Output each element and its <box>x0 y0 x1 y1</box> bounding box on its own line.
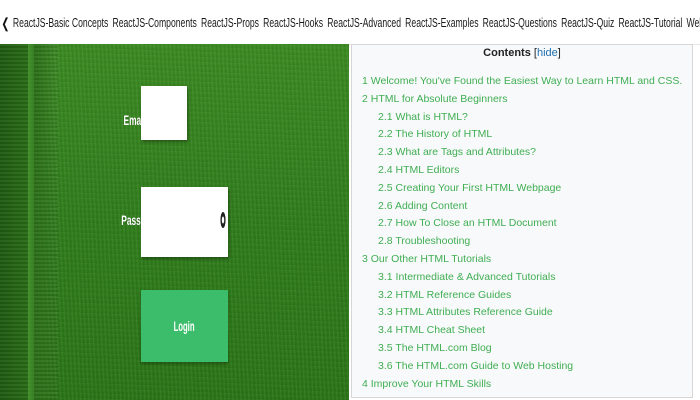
toc-item[interactable]: 2 HTML for Absolute Beginners <box>352 91 692 109</box>
toc-item[interactable]: 3.4 HTML Cheat Sheet <box>352 322 692 340</box>
toc-item-text: HTML Cheat Sheet <box>395 324 486 337</box>
toc-item[interactable]: 2.5 Creating Your First HTML Webpage <box>352 180 692 198</box>
toc-item-number: 2.2 <box>378 128 393 141</box>
nav-item[interactable]: ReactJS-Basic Concepts <box>11 16 111 30</box>
toc-item[interactable]: 3.3 HTML Attributes Reference Guide <box>352 304 692 322</box>
toc-item[interactable]: 4 Improve Your HTML Skills <box>352 376 692 394</box>
toc-item-text: HTML for Absolute Beginners <box>370 92 508 105</box>
toc-item-text: Adding Content <box>394 199 468 212</box>
toc-item[interactable]: 3.2 HTML Reference Guides <box>352 287 692 305</box>
toc-item-number: 1 <box>362 75 368 87</box>
email-field[interactable] <box>141 86 187 140</box>
toc-item[interactable]: 3.6 The HTML.com Guide to Web Hosting <box>352 358 692 376</box>
toc-item-text: What is HTML? <box>395 110 468 123</box>
toc-item-text: How To Close an HTML Document <box>395 217 557 230</box>
toc-header: Contents [hide] <box>352 46 692 60</box>
nav-item[interactable]: ReactJS-Examples <box>403 16 480 30</box>
toc-item-number: 2.4 <box>378 163 393 176</box>
nav-prev-arrow-icon[interactable]: ❮ <box>0 15 11 32</box>
toc-item-number: 3.3 <box>378 306 393 319</box>
toc-item[interactable]: 3.1 Intermediate & Advanced Tutorials <box>352 269 692 287</box>
nav-item[interactable]: ReactJS-Props <box>199 16 261 30</box>
nav-item[interactable]: ReactJS-Questions <box>481 16 559 30</box>
eye-icon[interactable] <box>220 211 226 229</box>
toc-item-number: 2.8 <box>378 235 393 248</box>
toc-item-text: Troubleshooting <box>395 235 471 248</box>
toc-item[interactable]: 2.8 Troubleshooting <box>352 233 692 251</box>
toc-item-number: 3 <box>362 252 368 265</box>
toc-item[interactable]: 2.6 Adding Content <box>352 198 692 216</box>
nav-item[interactable]: ReactJS-Quiz <box>559 16 616 30</box>
nav-item[interactable]: ReactJS-Components <box>110 16 199 30</box>
top-nav-track: ❮ ReactJS-Basic Concepts ReactJS-Componen… <box>0 14 700 32</box>
toc-hide-link[interactable]: hide <box>537 47 558 59</box>
top-nav-bar: ❮ ReactJS-Basic Concepts ReactJS-Componen… <box>0 0 700 45</box>
toc-list: 1 Welcome! You've Found the Easiest Way … <box>352 73 692 393</box>
toc-item-text: HTML Attributes Reference Guide <box>395 306 553 319</box>
toc-item-number: 2.5 <box>378 181 393 194</box>
toc-item-text: The HTML.com Blog <box>395 341 492 354</box>
toc-item-text: What are Tags and Attributes? <box>395 146 537 159</box>
toc-item[interactable]: 2.2 The History of HTML <box>352 126 692 144</box>
toc-item-number: 2.1 <box>378 110 393 123</box>
toc-item-number: 2.7 <box>378 217 393 230</box>
toc-item-number: 3.6 <box>378 359 393 372</box>
toc-item-text: Welcome! You've Found the Easiest Way to… <box>370 75 683 87</box>
toc-item[interactable]: 2.1 What is HTML? <box>352 109 692 127</box>
toc-item[interactable]: 1 Welcome! You've Found the Easiest Way … <box>352 73 692 91</box>
toc-item-text: Intermediate & Advanced Tutorials <box>395 270 556 283</box>
toc-item-number: 2 <box>362 92 368 105</box>
toc-hide-bracket-close: ] <box>557 47 561 59</box>
nav-items: ReactJS-Basic Concepts ReactJS-Components… <box>11 16 700 30</box>
nav-item[interactable]: ReactJS-Advanced <box>325 16 403 30</box>
toc-item-text: HTML Editors <box>395 163 460 176</box>
toc-item-number: 3.2 <box>378 288 393 301</box>
toc-item[interactable]: 3.5 The HTML.com Blog <box>352 340 692 358</box>
toc-item-number: 2.3 <box>378 146 393 159</box>
decorative-edge <box>0 44 58 400</box>
toc-item-text: Creating Your First HTML Webpage <box>395 181 562 194</box>
table-of-contents: Contents [hide] 1 Welcome! You've Found … <box>351 44 693 398</box>
login-button-label: Login <box>174 318 195 334</box>
toc-item[interactable]: 2.3 What are Tags and Attributes? <box>352 144 692 162</box>
nav-item[interactable]: Web Development <box>684 16 700 30</box>
toc-item[interactable]: 3 Our Other HTML Tutorials <box>352 251 692 269</box>
decorative-edge-line <box>28 44 34 400</box>
toc-item-number: 3.4 <box>378 324 393 337</box>
toc-item-number: 3.1 <box>378 270 393 283</box>
toc-item-text: The History of HTML <box>395 128 493 141</box>
toc-item[interactable]: 2.4 HTML Editors <box>352 162 692 180</box>
toc-item[interactable]: 2.7 How To Close an HTML Document <box>352 215 692 233</box>
toc-item-text: The HTML.com Guide to Web Hosting <box>395 359 574 372</box>
nav-item[interactable]: ReactJS-Hooks <box>261 16 325 30</box>
nav-item[interactable]: ReactJS-Tutorial <box>616 16 684 30</box>
toc-item-text: HTML Reference Guides <box>395 288 512 301</box>
login-screenshot-panel: Email Password Login <box>0 44 349 400</box>
toc-item-text: Our Other HTML Tutorials <box>370 252 492 265</box>
toc-item-text: Improve Your HTML Skills <box>370 377 492 390</box>
toc-title: Contents <box>483 47 531 59</box>
toc-item-number: 2.6 <box>378 199 393 212</box>
login-button[interactable]: Login <box>141 290 228 362</box>
toc-item-number: 4 <box>362 377 368 390</box>
password-field[interactable] <box>141 187 228 257</box>
toc-item-number: 3.5 <box>378 341 393 354</box>
